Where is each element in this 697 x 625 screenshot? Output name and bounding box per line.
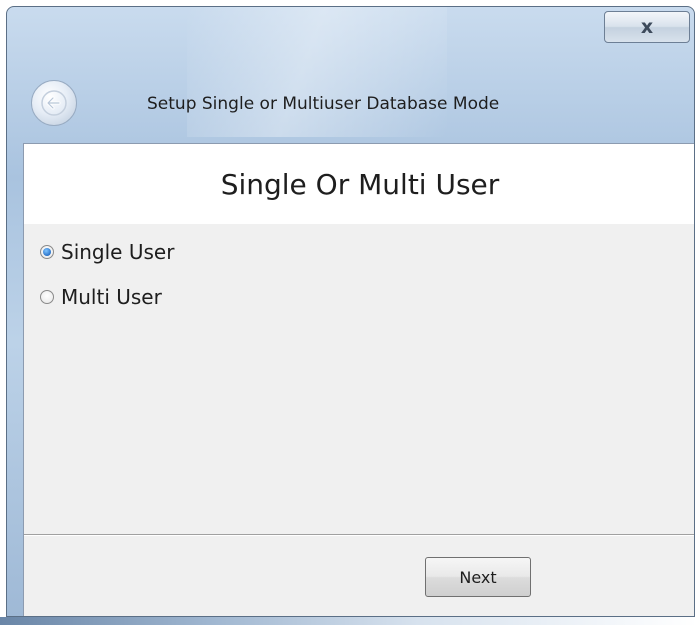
window-bottom-edge [0,617,697,625]
next-button[interactable]: Next [425,557,531,597]
radio-label-multi-user[interactable]: Multi User [61,285,162,309]
radio-selected-dot [43,248,51,256]
close-button[interactable]: x [604,11,690,43]
footer-divider [24,534,694,536]
setup-window: x Setup Single or Multiuser Database Mod… [6,6,695,617]
title-bar-glass [187,7,447,137]
window-title: Setup Single or Multiuser Database Mode [147,94,500,114]
back-arrow-icon [41,90,67,116]
page-title: Single Or Multi User [220,167,500,201]
radio-label-single-user[interactable]: Single User [61,240,174,264]
close-icon: x [640,15,654,38]
header-panel: Single Or Multi User [24,144,694,224]
radio-button-multi-user[interactable] [40,290,54,304]
wizard-content: Single Or Multi User Single User Multi U… [23,143,694,616]
radio-button-single-user[interactable] [40,245,54,259]
radio-multi-user[interactable]: Multi User [40,285,162,309]
back-button[interactable] [31,80,77,126]
radio-single-user[interactable]: Single User [40,240,174,264]
